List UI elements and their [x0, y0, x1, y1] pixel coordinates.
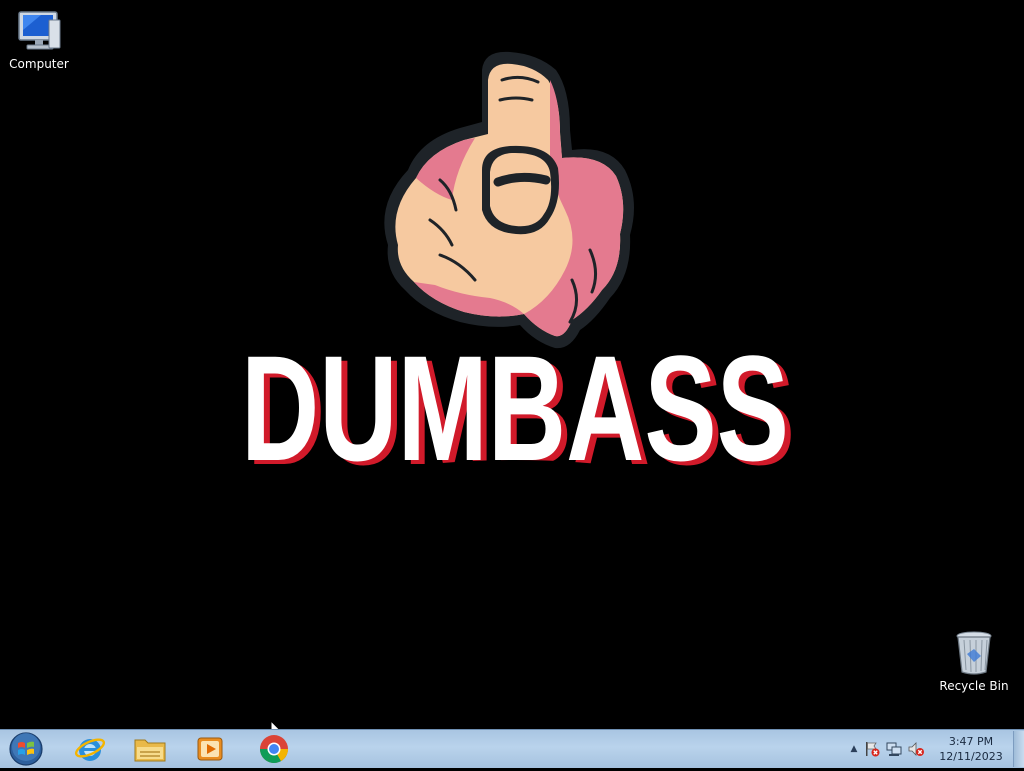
desktop-icon-recycle-bin[interactable]: Recycle Bin [934, 630, 1014, 693]
show-hidden-icons-button[interactable]: ▲ [847, 744, 861, 754]
wallpaper-pointing-hand-graphic: DUMBASS DUMBASS [220, 51, 810, 530]
recycle-bin-icon [956, 631, 992, 675]
computer-icon [18, 11, 61, 50]
folder-icon [134, 739, 166, 762]
clock-time: 3:47 PM [948, 735, 994, 748]
desktop-icon-label: Computer [9, 57, 69, 71]
chrome-icon [260, 735, 288, 763]
desktop-icon-computer[interactable]: Computer [0, 8, 78, 71]
network-tray-button[interactable] [883, 738, 905, 760]
desktop: Computer Recycle Bin DUMBASS DUMBASS [0, 0, 1024, 729]
taskbar: ▲ 3:47 PM 12/11/2023 [0, 729, 1024, 768]
internet-explorer-icon [74, 738, 106, 761]
taskbar-app-chrome[interactable] [246, 732, 302, 766]
pointing-hand-icon [384, 51, 634, 349]
desktop-icon-label: Recycle Bin [939, 679, 1009, 693]
action-center-flag-icon [866, 742, 880, 757]
taskbar-app-windows-explorer[interactable] [122, 732, 178, 766]
media-player-icon [197, 737, 223, 761]
volume-tray-button[interactable] [905, 738, 927, 760]
start-button[interactable] [6, 731, 46, 767]
system-tray: ▲ 3:47 PM 12/11/2023 [847, 730, 1024, 768]
show-desktop-button[interactable] [1013, 731, 1024, 767]
windows-start-orb-icon [9, 732, 43, 766]
mouse-cursor-icon [270, 720, 280, 729]
taskbar-app-media-player[interactable] [182, 732, 238, 766]
action-center-tray-button[interactable] [861, 738, 883, 760]
clock-date: 12/11/2023 [939, 750, 1003, 763]
taskbar-clock[interactable]: 3:47 PM 12/11/2023 [935, 734, 1007, 764]
network-icon [886, 742, 902, 756]
taskbar-app-internet-explorer[interactable] [62, 732, 118, 766]
volume-muted-icon [908, 742, 924, 756]
